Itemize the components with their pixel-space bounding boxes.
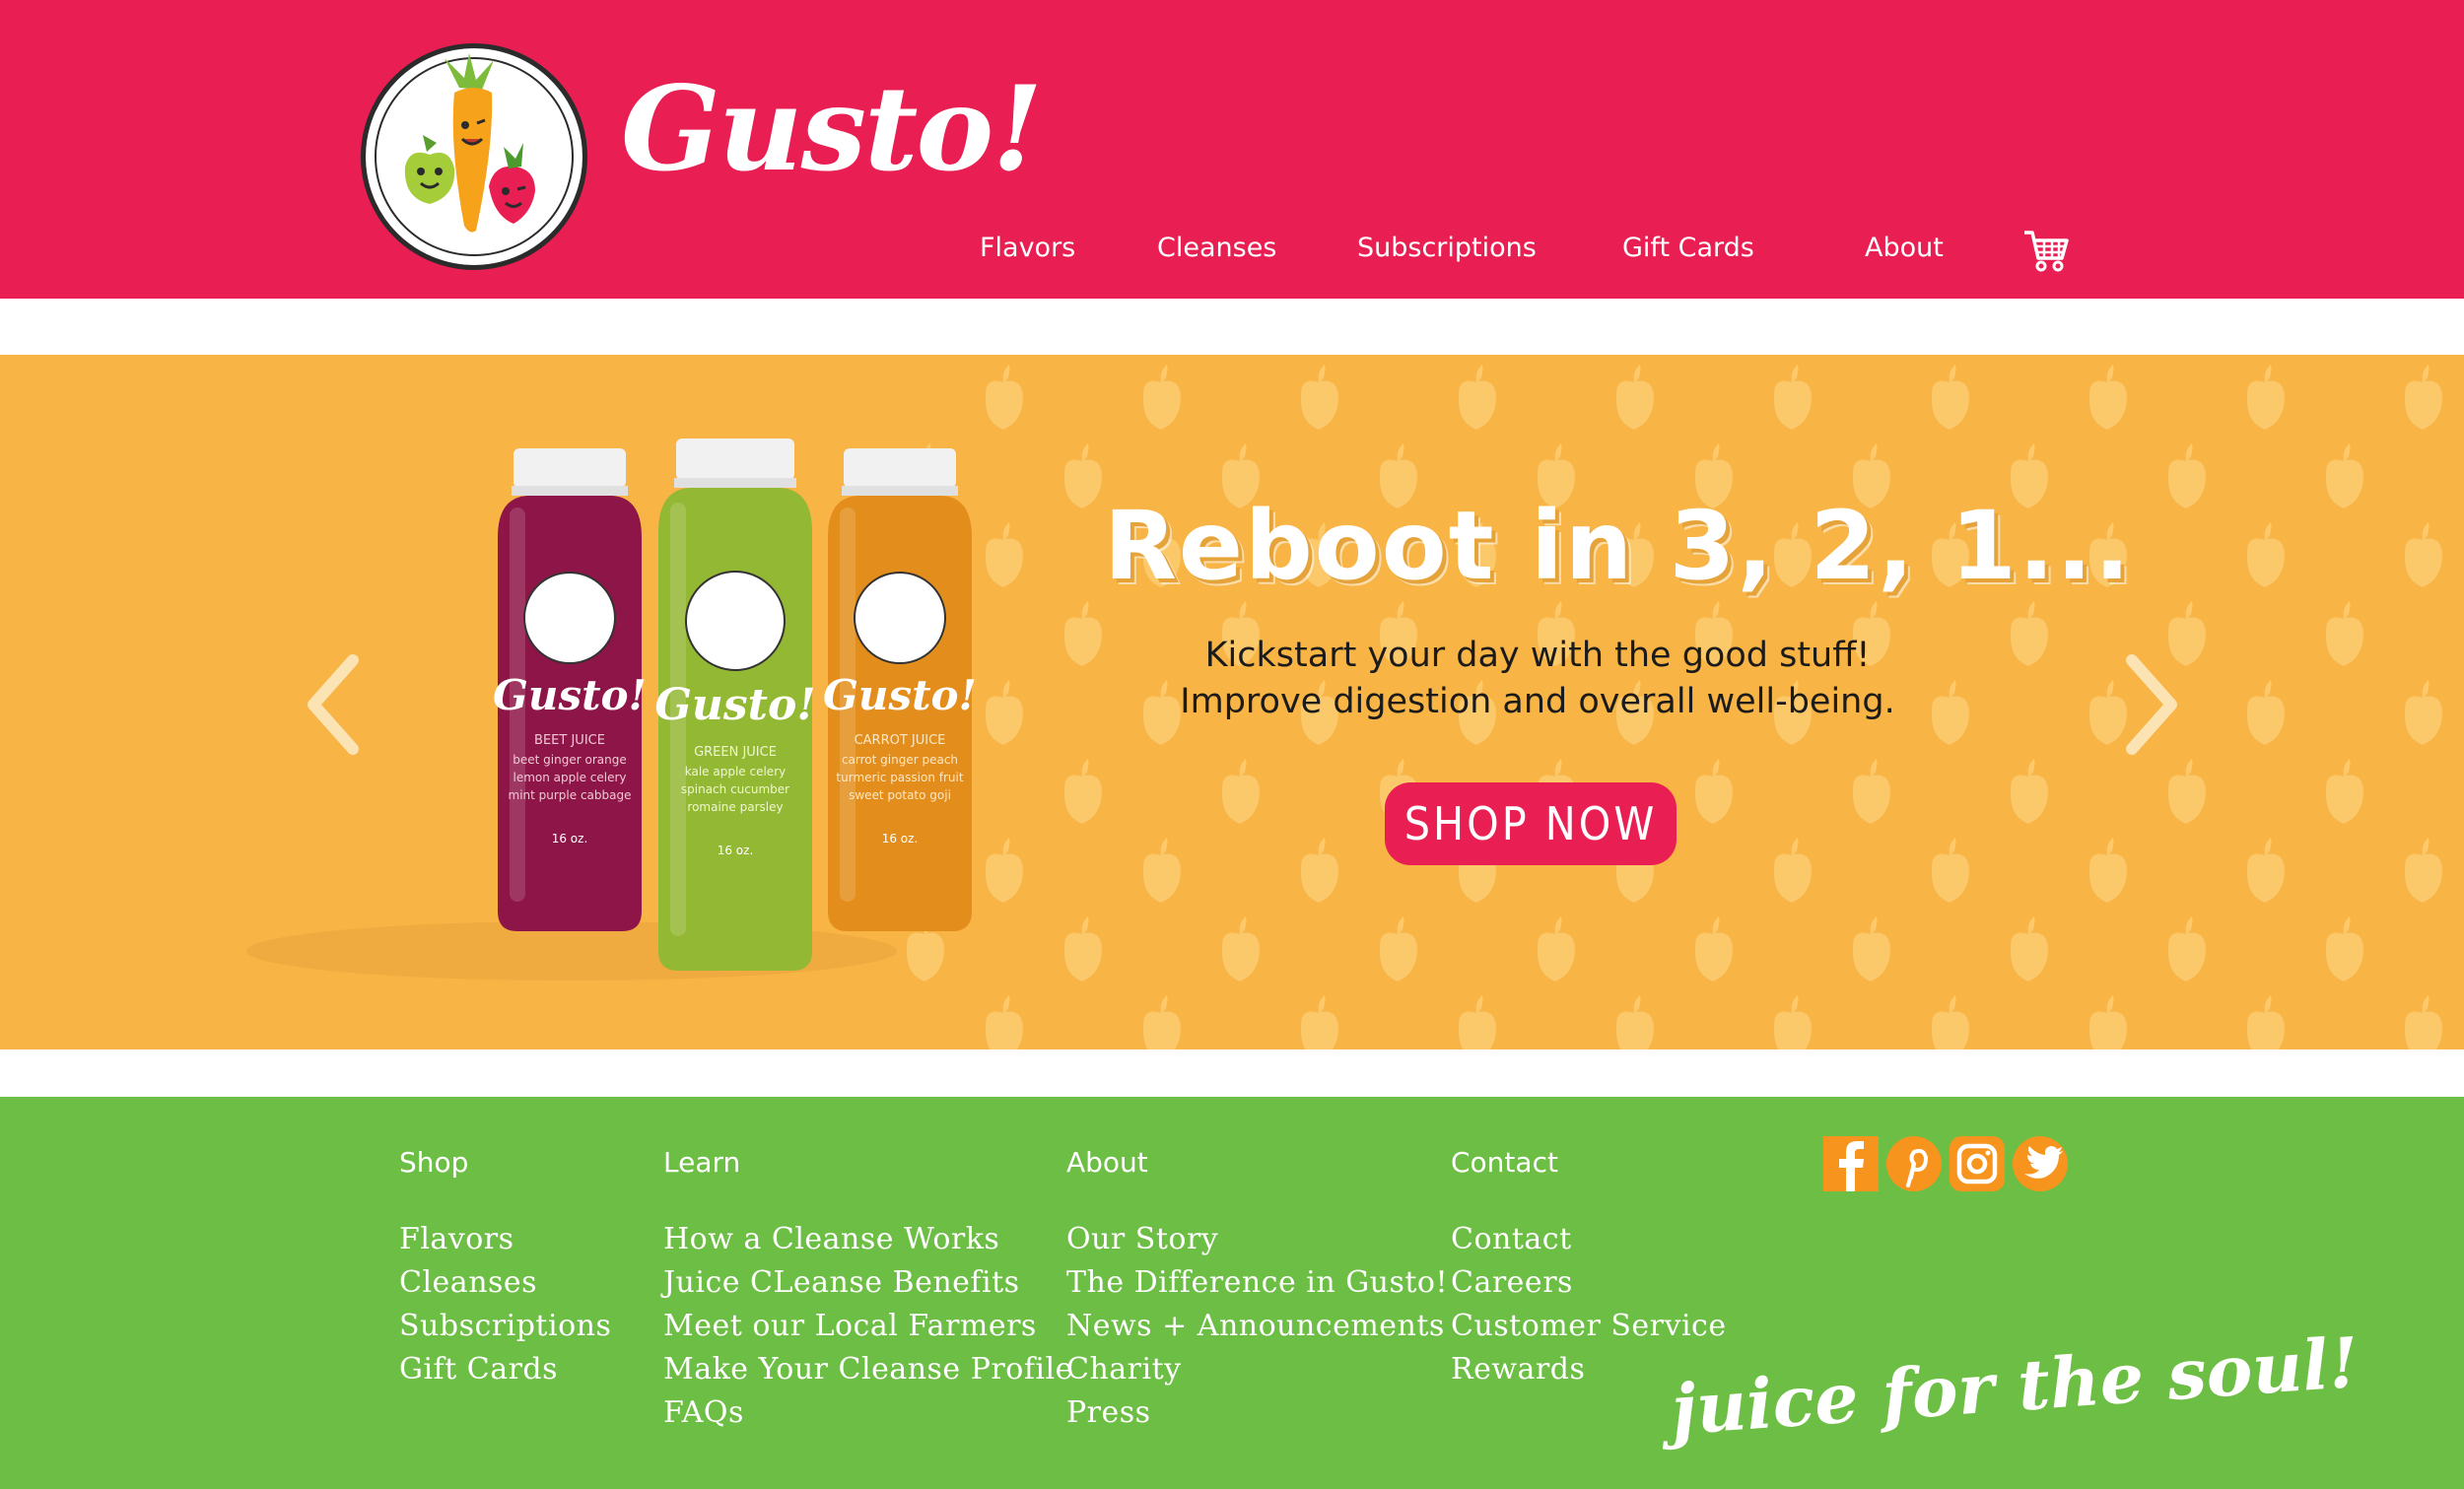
chevron-right-icon[interactable] [2117,650,2186,759]
brand-tagline: juice for the soul! [1668,1320,2361,1452]
hero-headline: Reboot in 3, 2, 1... [1104,491,2133,601]
main-nav: Flavors Cleanses Subscriptions Gift Card… [0,233,2464,276]
footer-link-careers[interactable]: Careers [1451,1261,1727,1305]
footer-link-charity[interactable]: Charity [1066,1348,1448,1391]
footer-heading-about: About [1066,1146,1148,1179]
footer-heading-contact: Contact [1451,1146,1558,1179]
bottle-3-brand: Gusto! [823,671,977,719]
footer-link-press[interactable]: Press [1066,1391,1448,1435]
nav-item-about[interactable]: About [1865,233,1944,263]
bottle-3-ingredients-2: turmeric passion fruit [836,771,963,784]
footer-link-news-announcements[interactable]: News + Announcements [1066,1305,1448,1348]
footer-link-our-story[interactable]: Our Story [1066,1218,1448,1261]
bottle-1-size: 16 oz. [552,832,588,846]
footer-link-juice-cleanse-benefits[interactable]: Juice CLeanse Benefits [663,1261,1073,1305]
nav-item-flavors[interactable]: Flavors [980,233,1075,263]
footer-link-difference-in-gusto[interactable]: The Difference in Gusto! [1066,1261,1448,1305]
bottle-2-ingredients-1: kale apple celery [685,765,786,778]
bottle-1-ingredients-2: lemon apple celery [513,771,626,784]
bottle-3-ingredients-1: carrot ginger peach [842,753,958,767]
shopping-cart-icon[interactable] [2022,227,2070,274]
nav-item-cleanses[interactable]: Cleanses [1157,233,1276,263]
facebook-icon[interactable] [1821,1134,1881,1193]
site-footer: Shop Flavors Cleanses Subscriptions Gift… [0,1097,2464,1489]
footer-link-cleanses[interactable]: Cleanses [399,1261,611,1305]
footer-column-shop: Shop Flavors Cleanses Subscriptions Gift… [399,1146,611,1391]
shop-now-button[interactable]: SHOP NOW [1385,782,1677,865]
footer-heading-shop: Shop [399,1146,469,1179]
footer-link-flavors[interactable]: Flavors [399,1218,611,1261]
footer-column-contact: Contact Contact Careers Customer Service… [1451,1146,1727,1391]
footer-link-customer-service[interactable]: Customer Service [1451,1305,1727,1348]
site-header: Gusto! Flavors Cleanses Subscriptions Gi… [0,0,2464,299]
footer-link-subscriptions[interactable]: Subscriptions [399,1305,611,1348]
twitter-icon[interactable] [2011,1134,2070,1193]
bottle-2-ingredients-3: romaine parsley [687,800,783,814]
instagram-icon[interactable] [1948,1134,2007,1193]
bottle-3-size: 16 oz. [882,832,919,846]
hero-subline-1: Kickstart your day with the good stuff! [1204,636,1871,675]
bottle-1-name: BEET JUICE [534,733,605,748]
hero-subline-2: Improve digestion and overall well-being… [1180,682,1895,721]
bottle-2-size: 16 oz. [718,844,754,857]
hero-banner: Gusto! BEET JUICE beet ginger orange lem… [0,355,2464,1049]
footer-link-meet-our-local-farmers[interactable]: Meet our Local Farmers [663,1305,1073,1348]
footer-link-contact[interactable]: Contact [1451,1218,1727,1261]
bottle-1-brand: Gusto! [493,671,647,719]
footer-column-about: About Our Story The Difference in Gusto!… [1066,1146,1448,1435]
bottle-2-brand: Gusto! [654,680,815,730]
footer-link-gift-cards[interactable]: Gift Cards [399,1348,611,1391]
bottle-2-ingredients-2: spinach cucumber [681,782,789,796]
bottle-2-name: GREEN JUICE [694,745,777,760]
brand-wordmark[interactable]: Gusto! [621,71,1043,187]
footer-link-make-your-cleanse-profile[interactable]: Make Your Cleanse Profile [663,1348,1073,1391]
footer-link-faqs[interactable]: FAQs [663,1391,1073,1435]
pinterest-icon[interactable] [1884,1134,1944,1193]
nav-item-subscriptions[interactable]: Subscriptions [1357,233,1537,263]
nav-item-gift-cards[interactable]: Gift Cards [1622,233,1754,263]
bottle-1-ingredients-3: mint purple cabbage [509,788,632,802]
bottle-3-name: CARROT JUICE [855,733,946,748]
chevron-left-icon[interactable] [299,650,368,759]
footer-heading-learn: Learn [663,1146,741,1179]
footer-column-learn: Learn How a Cleanse Works Juice CLeanse … [663,1146,1073,1435]
bottle-3-ingredients-3: sweet potato goji [849,788,951,802]
footer-link-how-a-cleanse-works[interactable]: How a Cleanse Works [663,1218,1073,1261]
bottle-1-ingredients-1: beet ginger orange [513,753,626,767]
